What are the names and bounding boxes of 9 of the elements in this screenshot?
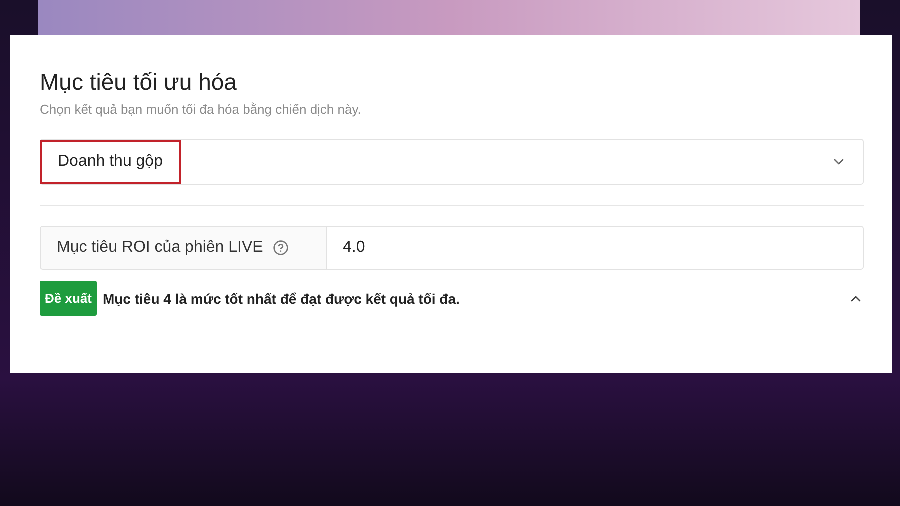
roi-input-field[interactable]: 4.0: [327, 226, 864, 270]
roi-label-text: Mục tiêu ROI của phiên LIVE: [57, 239, 264, 257]
section-title: Mục tiêu tối ưu hóa: [40, 69, 238, 96]
suggestion-text: Mục tiêu 4 là mức tốt nhất để đạt được kết quả tối đa.: [102, 290, 461, 306]
goal-dropdown[interactable]: Doanh thu gộp: [40, 139, 864, 185]
dropdown-value: Doanh thu gộp: [40, 140, 181, 184]
section-subtitle: Chọn kết quả bạn muốn tối đa hóa bằng chiến dịch này.: [40, 102, 362, 117]
help-icon[interactable]: [273, 240, 290, 256]
suggestion-badge: Đề xuất: [40, 281, 97, 316]
